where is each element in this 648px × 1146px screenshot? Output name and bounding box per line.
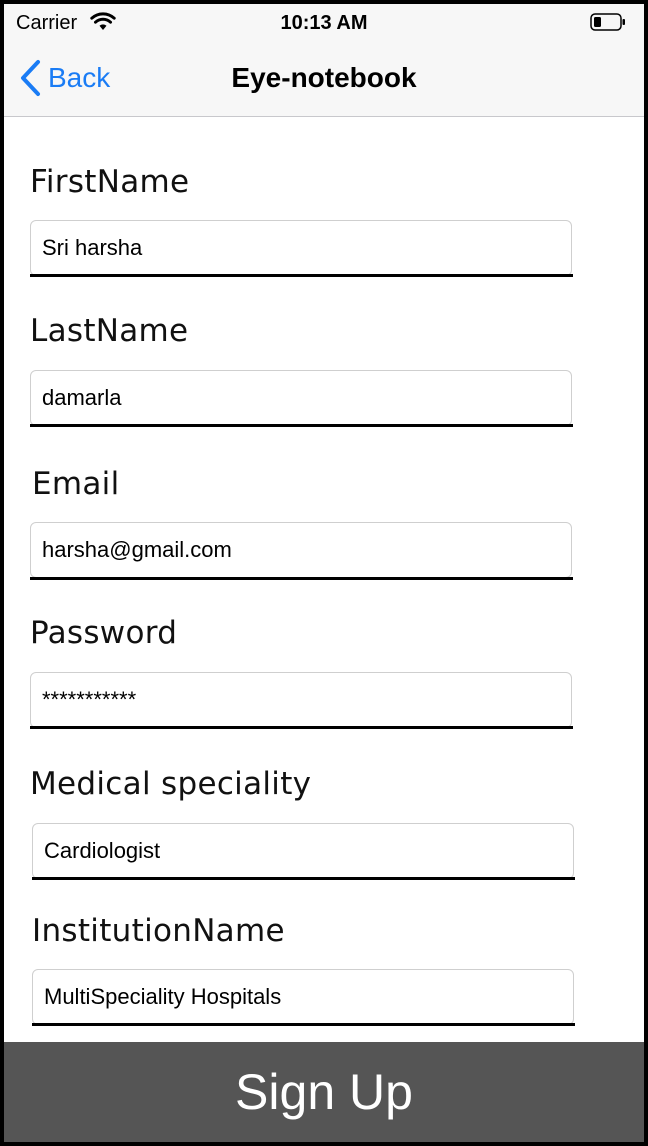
institution-field[interactable] (33, 970, 573, 1024)
email-label: Email (32, 466, 120, 502)
first-name-field-container (30, 220, 572, 276)
password-underline (30, 726, 573, 729)
battery-icon (590, 13, 626, 31)
institution-label: InstitutionName (32, 913, 285, 949)
speciality-underline (32, 877, 575, 880)
password-label: Password (30, 615, 178, 651)
first-name-field[interactable] (31, 221, 571, 275)
sign-up-button[interactable]: Sign Up (4, 1042, 644, 1142)
clock: 10:13 AM (280, 12, 368, 34)
speciality-label: Medical speciality (30, 766, 312, 802)
page-title: Eye-notebook (231, 62, 417, 93)
last-name-underline (30, 424, 573, 427)
institution-field-container (32, 969, 574, 1025)
password-field-container (30, 672, 572, 728)
last-name-field-container (30, 370, 572, 426)
speciality-field[interactable] (33, 824, 573, 878)
first-name-label: FirstName (30, 164, 190, 200)
email-underline (30, 577, 573, 580)
password-field[interactable] (31, 673, 571, 727)
email-field-container (30, 522, 572, 578)
status-bar: Carrier 10:13 AM (4, 4, 644, 44)
navigation-bar: Back Eye-notebook (4, 44, 644, 117)
institution-underline (32, 1023, 575, 1026)
first-name-underline (30, 274, 573, 277)
last-name-field[interactable] (31, 371, 571, 425)
email-field[interactable] (31, 523, 571, 577)
signup-screen: Carrier 10:13 AM Back Eye-notebook First… (4, 4, 644, 1142)
speciality-field-container (32, 823, 574, 879)
last-name-label: LastName (30, 313, 189, 349)
